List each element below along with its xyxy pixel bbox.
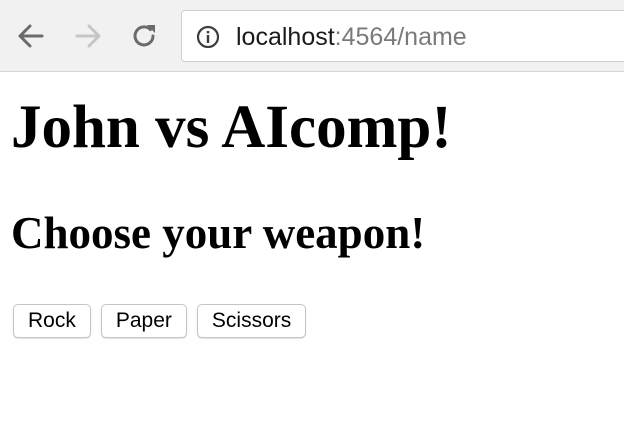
url-path: :4564/name [334, 23, 467, 51]
url-text[interactable]: localhost:4564/name [236, 22, 467, 52]
info-icon[interactable] [196, 25, 220, 49]
page-subtitle: Choose your weapon! [11, 208, 426, 258]
rock-button[interactable]: Rock [13, 304, 91, 338]
forward-arrow-icon [75, 24, 101, 48]
weapon-buttons: Rock Paper Scissors [13, 304, 307, 338]
address-bar[interactable]: localhost:4564/name [181, 10, 624, 62]
forward-button[interactable] [70, 18, 106, 54]
url-host: localhost [236, 23, 335, 51]
paper-button[interactable]: Paper [100, 304, 187, 338]
browser-toolbar: localhost:4564/name [0, 0, 624, 72]
reload-button[interactable] [126, 18, 162, 54]
reload-icon [133, 25, 155, 47]
page-title: John vs AIcomp! [11, 94, 452, 161]
scissors-button[interactable]: Scissors [196, 304, 307, 338]
back-arrow-icon [18, 24, 44, 48]
back-button[interactable] [13, 18, 49, 54]
